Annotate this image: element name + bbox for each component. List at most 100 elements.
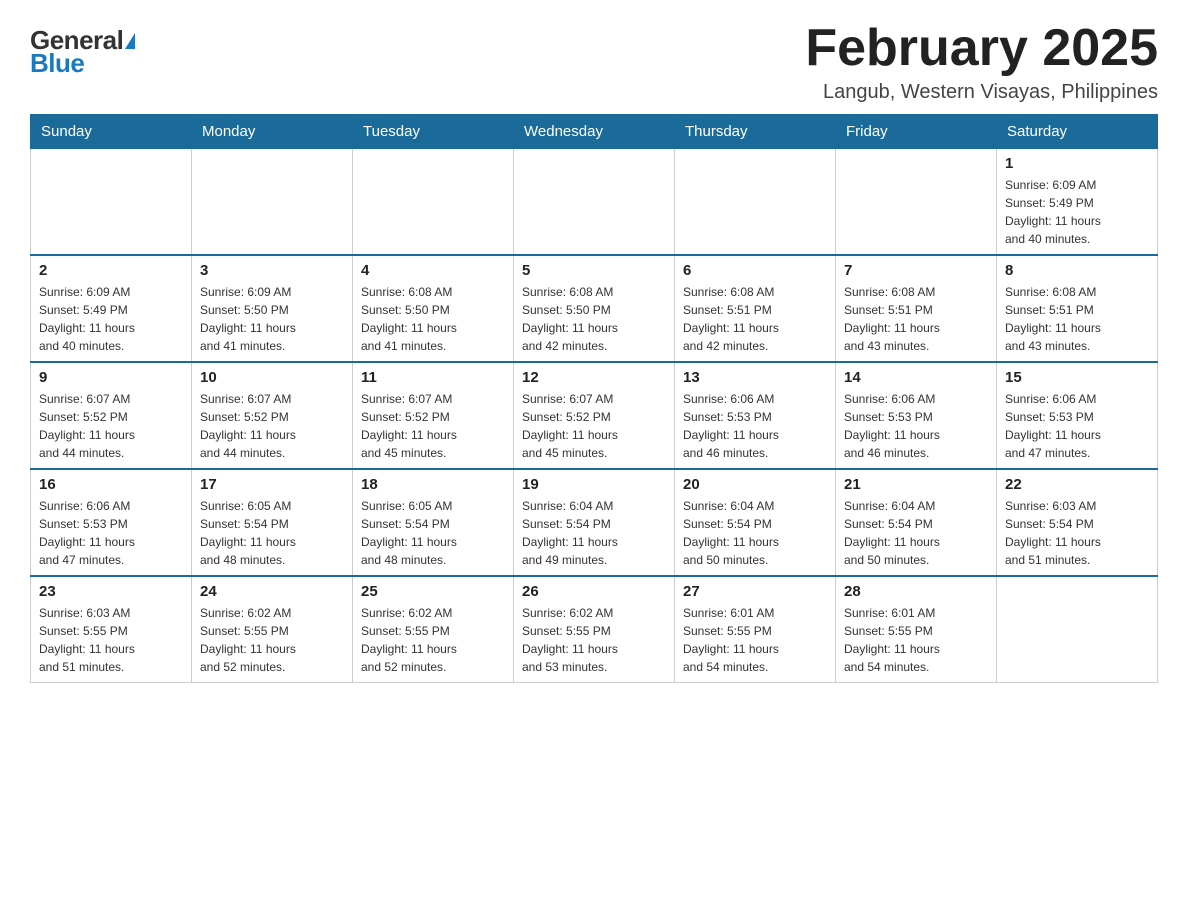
day-info: Sunrise: 6:08 AM Sunset: 5:51 PM Dayligh… [844, 283, 988, 355]
day-info: Sunrise: 6:04 AM Sunset: 5:54 PM Dayligh… [522, 497, 666, 569]
day-number: 21 [844, 476, 988, 493]
header-friday: Friday [836, 115, 997, 149]
day-info: Sunrise: 6:06 AM Sunset: 5:53 PM Dayligh… [1005, 390, 1149, 462]
day-info: Sunrise: 6:08 AM Sunset: 5:51 PM Dayligh… [683, 283, 827, 355]
day-info: Sunrise: 6:01 AM Sunset: 5:55 PM Dayligh… [683, 604, 827, 676]
calendar-cell: 17Sunrise: 6:05 AM Sunset: 5:54 PM Dayli… [192, 469, 353, 576]
calendar-cell [836, 149, 997, 256]
day-info: Sunrise: 6:06 AM Sunset: 5:53 PM Dayligh… [683, 390, 827, 462]
day-info: Sunrise: 6:03 AM Sunset: 5:55 PM Dayligh… [39, 604, 183, 676]
day-info: Sunrise: 6:07 AM Sunset: 5:52 PM Dayligh… [361, 390, 505, 462]
logo-triangle-icon [125, 33, 135, 49]
calendar-week-4: 16 Sunrise: 6:06 AM Sunset: 5:53 PM Dayli… [31, 469, 1158, 576]
calendar-week-3: 9 Sunrise: 6:07 AM Sunset: 5:52 PM Daylig… [31, 362, 1158, 469]
calendar-cell [514, 149, 675, 256]
day-info: Sunrise: 6:05 AM Sunset: 5:54 PM Dayligh… [361, 497, 505, 569]
calendar-cell: 27 Sunrise: 6:01 AM Sunset: 5:55 PM Dayli… [675, 576, 836, 683]
calendar-cell: 23 Sunrise: 6:03 AM Sunset: 5:55 PM Dayli… [31, 576, 192, 683]
day-info: Sunrise: 6:02 AM Sunset: 5:55 PM Dayligh… [361, 604, 505, 676]
day-info: Sunrise: 6:02 AM Sunset: 5:55 PM Dayligh… [200, 604, 344, 676]
calendar-cell: 8Sunrise: 6:08 AM Sunset: 5:51 PM Daylig… [997, 255, 1158, 362]
day-number: 9 [39, 369, 183, 386]
calendar-cell [353, 149, 514, 256]
header-tuesday: Tuesday [353, 115, 514, 149]
day-info: Sunrise: 6:06 AM Sunset: 5:53 PM Dayligh… [39, 497, 183, 569]
calendar-cell: 26 Sunrise: 6:02 AM Sunset: 5:55 PM Dayli… [514, 576, 675, 683]
calendar-cell: 7Sunrise: 6:08 AM Sunset: 5:51 PM Daylig… [836, 255, 997, 362]
day-number: 2 [39, 262, 183, 279]
day-number: 14 [844, 369, 988, 386]
day-info: Sunrise: 6:01 AM Sunset: 5:55 PM Dayligh… [844, 604, 988, 676]
calendar-cell: 20Sunrise: 6:04 AM Sunset: 5:54 PM Dayli… [675, 469, 836, 576]
day-number: 19 [522, 476, 666, 493]
day-info: Sunrise: 6:09 AM Sunset: 5:49 PM Dayligh… [1005, 176, 1149, 248]
day-number: 20 [683, 476, 827, 493]
calendar-cell [997, 576, 1158, 683]
day-number: 24 [200, 583, 344, 600]
calendar-cell: 21Sunrise: 6:04 AM Sunset: 5:54 PM Dayli… [836, 469, 997, 576]
header-saturday: Saturday [997, 115, 1158, 149]
calendar-cell: 28 Sunrise: 6:01 AM Sunset: 5:55 PM Dayli… [836, 576, 997, 683]
day-info: Sunrise: 6:06 AM Sunset: 5:53 PM Dayligh… [844, 390, 988, 462]
day-number: 13 [683, 369, 827, 386]
calendar-table: SundayMondayTuesdayWednesdayThursdayFrid… [30, 114, 1158, 683]
calendar-cell: 16 Sunrise: 6:06 AM Sunset: 5:53 PM Dayli… [31, 469, 192, 576]
title-section: February 2025 Langub, Western Visayas, P… [805, 20, 1158, 104]
calendar-cell: 5 Sunrise: 6:08 AM Sunset: 5:50 PM Daylig… [514, 255, 675, 362]
day-number: 26 [522, 583, 666, 600]
day-number: 10 [200, 369, 344, 386]
logo-blue-text: Blue [30, 48, 84, 79]
day-number: 15 [1005, 369, 1149, 386]
calendar-cell: 12 Sunrise: 6:07 AM Sunset: 5:52 PM Dayli… [514, 362, 675, 469]
calendar-cell: 3 Sunrise: 6:09 AM Sunset: 5:50 PM Daylig… [192, 255, 353, 362]
calendar-cell: 19 Sunrise: 6:04 AM Sunset: 5:54 PM Dayli… [514, 469, 675, 576]
logo: General Blue [30, 20, 135, 79]
day-info: Sunrise: 6:07 AM Sunset: 5:52 PM Dayligh… [200, 390, 344, 462]
calendar-cell: 2 Sunrise: 6:09 AM Sunset: 5:49 PM Daylig… [31, 255, 192, 362]
calendar-cell: 11 Sunrise: 6:07 AM Sunset: 5:52 PM Dayli… [353, 362, 514, 469]
day-info: Sunrise: 6:07 AM Sunset: 5:52 PM Dayligh… [522, 390, 666, 462]
calendar-cell: 1Sunrise: 6:09 AM Sunset: 5:49 PM Daylig… [997, 149, 1158, 256]
header-thursday: Thursday [675, 115, 836, 149]
location: Langub, Western Visayas, Philippines [805, 81, 1158, 104]
calendar-cell: 22 Sunrise: 6:03 AM Sunset: 5:54 PM Dayli… [997, 469, 1158, 576]
calendar-cell: 18 Sunrise: 6:05 AM Sunset: 5:54 PM Dayli… [353, 469, 514, 576]
day-number: 16 [39, 476, 183, 493]
calendar-cell: 10 Sunrise: 6:07 AM Sunset: 5:52 PM Dayli… [192, 362, 353, 469]
calendar-cell: 9 Sunrise: 6:07 AM Sunset: 5:52 PM Daylig… [31, 362, 192, 469]
day-number: 18 [361, 476, 505, 493]
calendar-cell: 13 Sunrise: 6:06 AM Sunset: 5:53 PM Dayli… [675, 362, 836, 469]
day-info: Sunrise: 6:09 AM Sunset: 5:50 PM Dayligh… [200, 283, 344, 355]
day-info: Sunrise: 6:09 AM Sunset: 5:49 PM Dayligh… [39, 283, 183, 355]
day-info: Sunrise: 6:07 AM Sunset: 5:52 PM Dayligh… [39, 390, 183, 462]
calendar-week-2: 2 Sunrise: 6:09 AM Sunset: 5:49 PM Daylig… [31, 255, 1158, 362]
day-number: 22 [1005, 476, 1149, 493]
header-wednesday: Wednesday [514, 115, 675, 149]
calendar-week-1: 1Sunrise: 6:09 AM Sunset: 5:49 PM Daylig… [31, 149, 1158, 256]
day-number: 27 [683, 583, 827, 600]
day-number: 11 [361, 369, 505, 386]
day-number: 25 [361, 583, 505, 600]
day-info: Sunrise: 6:08 AM Sunset: 5:50 PM Dayligh… [361, 283, 505, 355]
day-number: 8 [1005, 262, 1149, 279]
day-number: 3 [200, 262, 344, 279]
day-number: 12 [522, 369, 666, 386]
calendar-cell: 6 Sunrise: 6:08 AM Sunset: 5:51 PM Daylig… [675, 255, 836, 362]
day-info: Sunrise: 6:08 AM Sunset: 5:50 PM Dayligh… [522, 283, 666, 355]
month-title: February 2025 [805, 20, 1158, 77]
day-info: Sunrise: 6:03 AM Sunset: 5:54 PM Dayligh… [1005, 497, 1149, 569]
day-number: 4 [361, 262, 505, 279]
calendar-cell: 25 Sunrise: 6:02 AM Sunset: 5:55 PM Dayli… [353, 576, 514, 683]
day-number: 23 [39, 583, 183, 600]
day-number: 28 [844, 583, 988, 600]
day-number: 5 [522, 262, 666, 279]
calendar-cell [192, 149, 353, 256]
calendar-header-row: SundayMondayTuesdayWednesdayThursdayFrid… [31, 115, 1158, 149]
day-number: 6 [683, 262, 827, 279]
calendar-cell: 15 Sunrise: 6:06 AM Sunset: 5:53 PM Dayli… [997, 362, 1158, 469]
day-info: Sunrise: 6:02 AM Sunset: 5:55 PM Dayligh… [522, 604, 666, 676]
calendar-cell: 24 Sunrise: 6:02 AM Sunset: 5:55 PM Dayli… [192, 576, 353, 683]
calendar-cell [675, 149, 836, 256]
header-monday: Monday [192, 115, 353, 149]
day-number: 17 [200, 476, 344, 493]
